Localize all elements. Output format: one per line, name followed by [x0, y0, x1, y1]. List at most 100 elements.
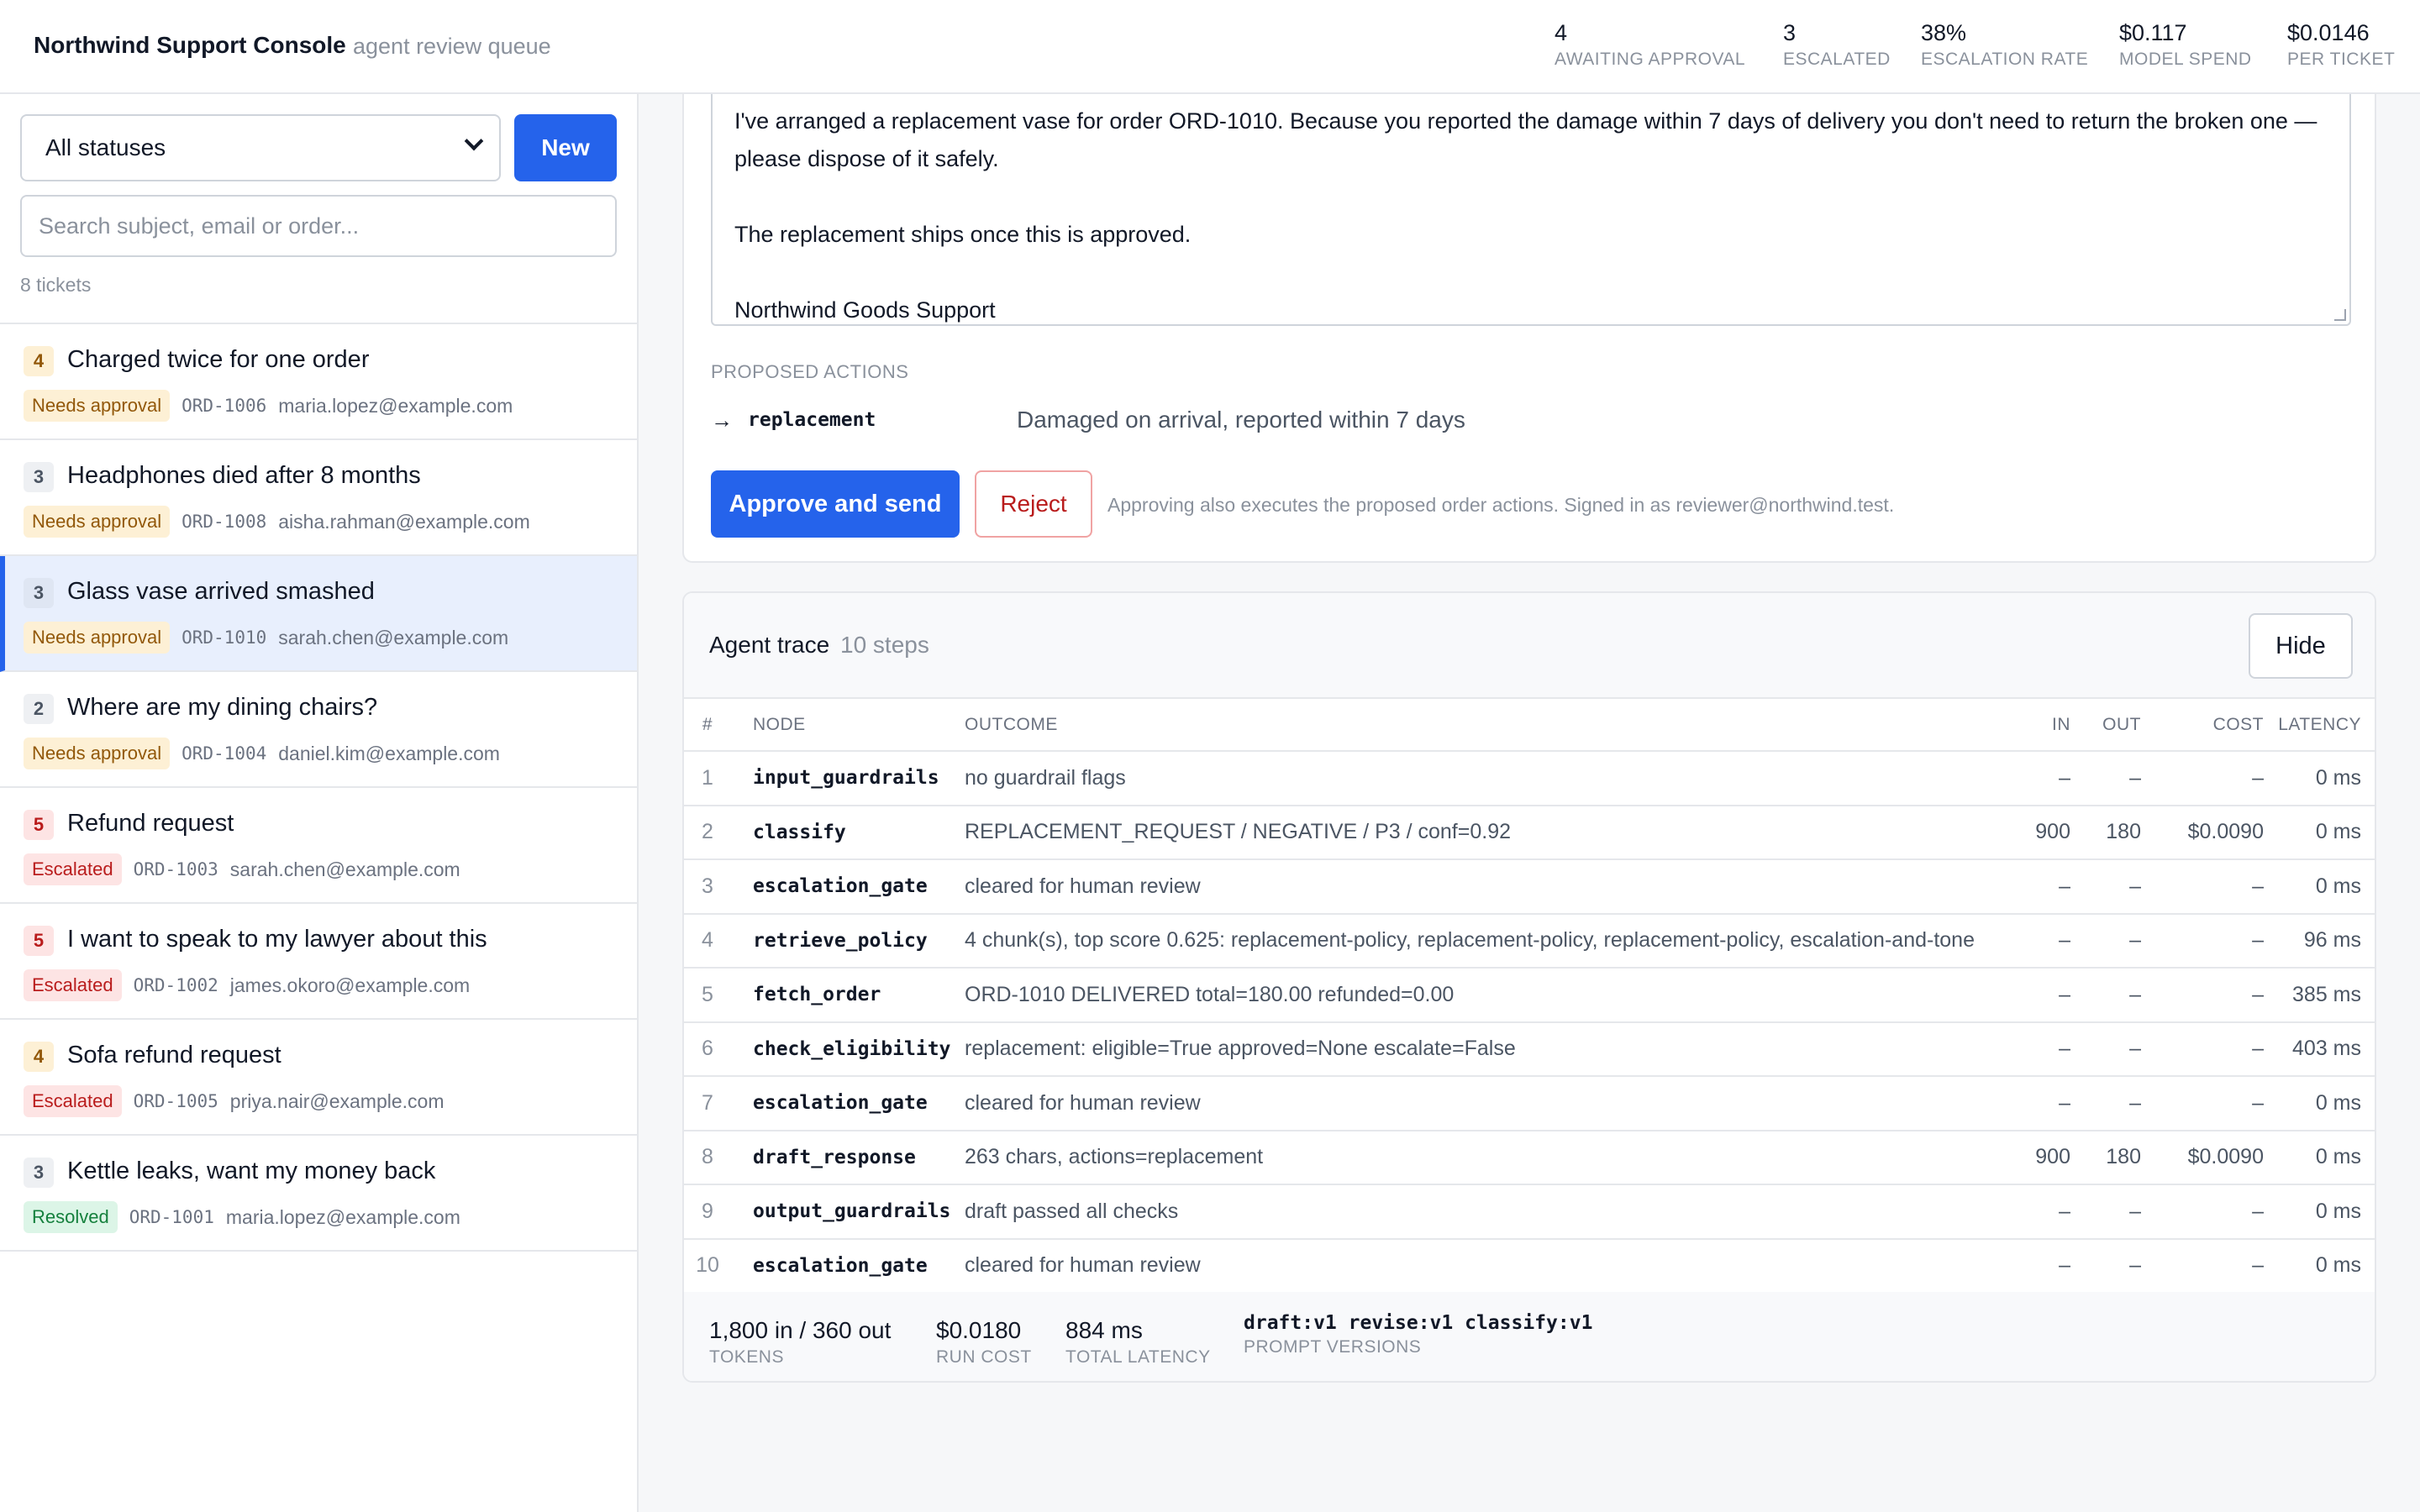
status-badge: Escalated [24, 853, 122, 885]
ticket-item[interactable]: 4 Charged twice for one order Needs appr… [0, 324, 637, 440]
ticket-item[interactable]: 5 I want to speak to my lawyer about thi… [0, 904, 637, 1020]
stat-escalated: 3 ESCALATED [1783, 20, 1891, 70]
summary-tokens: 1,800 in / 360 out TOKENS [709, 1317, 891, 1368]
step-number: 6 [684, 1021, 731, 1077]
summary-run-cost: $0.0180 RUN COST [936, 1317, 1032, 1368]
table-row: 1 input_guardrails no guardrail flags – – –0 … [684, 751, 2375, 806]
col-header-num: # [684, 699, 731, 752]
status-badge: Needs approval [24, 506, 171, 538]
app-title: Northwind Support Console [34, 32, 346, 58]
stat-label: ESCALATION RATE [1921, 50, 2089, 69]
order-id: ORD-1001 [129, 1207, 214, 1227]
ticket-subject: Charged twice for one order [67, 346, 370, 373]
outcome: cleared for human review [965, 1238, 1995, 1294]
ticket-item[interactable]: 3 Headphones died after 8 months Needs a… [0, 440, 637, 556]
tokens-out: – [2070, 859, 2141, 915]
search-input[interactable]: Search subject, email or order... [20, 195, 617, 257]
customer-email: priya.nair@example.com [229, 1089, 445, 1112]
tokens-in: – [1995, 968, 2070, 1023]
ticket-item[interactable]: 4 Sofa refund request Escalated ORD-1005… [0, 1020, 637, 1136]
stat-model-spend: $0.117 MODEL SPEND [2119, 20, 2252, 70]
node-name: escalation_gate [731, 1238, 965, 1294]
node-name: output_guardrails [731, 1184, 965, 1240]
outcome: cleared for human review [965, 859, 1995, 915]
tokens-in: – [1995, 751, 2070, 806]
tokens-in: – [1995, 1021, 2070, 1077]
outcome: 4 chunk(s), top score 0.625: replacement… [965, 913, 1995, 969]
ticket-subject: Kettle leaks, want my money back [67, 1158, 436, 1184]
trace-step-count: 10 steps [840, 632, 929, 658]
tokens-out: – [2070, 1076, 2141, 1131]
status-badge: Needs approval [24, 738, 171, 769]
reject-button[interactable]: Reject [975, 470, 1092, 538]
tokens-in: – [1995, 1238, 2070, 1294]
outcome: cleared for human review [965, 1076, 1995, 1131]
tokens-out: – [2070, 751, 2141, 806]
stat-label: MODEL SPEND [2119, 50, 2252, 69]
step-number: 5 [684, 968, 731, 1023]
step-number: 7 [684, 1076, 731, 1131]
col-header-node: NODE [731, 699, 965, 752]
latency: 0 ms [2264, 751, 2375, 806]
draft-response-textarea[interactable]: I've arranged a replacement vase for ord… [711, 94, 2351, 326]
outcome: REPLACEMENT_REQUEST / NEGATIVE / P3 / co… [965, 805, 1995, 860]
customer-email: aisha.rahman@example.com [278, 510, 530, 533]
order-id: ORD-1006 [182, 396, 267, 416]
order-id: ORD-1010 [182, 627, 267, 648]
node-name: input_guardrails [731, 751, 965, 806]
cost: – [2141, 1021, 2264, 1077]
node-name: escalation_gate [731, 859, 965, 915]
ticket-subject: Sofa refund request [67, 1042, 281, 1068]
app-header: Northwind Support Console agent review q… [0, 0, 2420, 94]
node-name: fetch_order [731, 968, 965, 1023]
stat-value: 3 [1783, 20, 1797, 45]
customer-email: james.okoro@example.com [229, 974, 471, 996]
col-header-latency: LATENCY [2264, 699, 2375, 752]
col-header-outcome: OUTCOME [965, 699, 1995, 752]
table-header-row: # NODE OUTCOME IN OUT COST LATENCY [684, 699, 2375, 752]
ticket-item[interactable]: 5 Refund request Escalated ORD-1003 sara… [0, 788, 637, 904]
cost: – [2141, 1238, 2264, 1294]
status-badge: Escalated [24, 1085, 122, 1117]
approval-note: Approving also executes the proposed ord… [1107, 494, 1895, 516]
proposed-actions-label: PROPOSED ACTIONS [711, 361, 909, 382]
cost: – [2141, 859, 2264, 915]
status-badge: Escalated [24, 969, 122, 1001]
tokens-out: – [2070, 1184, 2141, 1240]
tokens-out: – [2070, 913, 2141, 969]
step-number: 4 [684, 913, 731, 969]
tokens-in: 900 [1995, 1130, 2070, 1185]
customer-email: sarah.chen@example.com [229, 858, 460, 880]
ticket-item[interactable]: 2 Where are my dining chairs? Needs appr… [0, 672, 637, 788]
ticket-item[interactable]: 3 Kettle leaks, want my money back Resol… [0, 1136, 637, 1252]
latency: 0 ms [2264, 859, 2375, 915]
latency: 0 ms [2264, 1076, 2375, 1131]
latency: 0 ms [2264, 1184, 2375, 1240]
summary-label: RUN COST [936, 1347, 1032, 1367]
approve-and-send-button[interactable]: Approve and send [711, 470, 960, 538]
table-row: 2 classify REPLACEMENT_REQUEST / NEGATIVE … [684, 805, 2375, 860]
stat-awaiting-approval: 4 AWAITING APPROVAL [1555, 20, 1745, 70]
node-name: check_eligibility [731, 1021, 965, 1077]
resize-handle[interactable] [2334, 309, 2346, 321]
new-ticket-button[interactable]: New [514, 114, 617, 181]
table-row: 10 escalation_gate cleared for human revie… [684, 1238, 2375, 1294]
stat-label: AWAITING APPROVAL [1555, 50, 1746, 69]
ticket-item-selected[interactable]: 3 Glass vase arrived smashed Needs appro… [0, 556, 637, 672]
step-number: 9 [684, 1184, 731, 1240]
priority-badge: 3 [24, 578, 54, 608]
step-number: 2 [684, 805, 731, 860]
draft-signature: Northwind Goods Support [734, 297, 996, 323]
status-filter-select[interactable]: All statuses [20, 114, 501, 181]
ticket-count: 8 tickets [20, 274, 92, 296]
tokens-in: 900 [1995, 805, 2070, 860]
step-number: 3 [684, 859, 731, 915]
stat-value: 38% [1921, 20, 1967, 45]
ticket-subject: I want to speak to my lawyer about this [67, 926, 487, 953]
stat-label: ESCALATED [1783, 50, 1891, 69]
hide-trace-button[interactable]: Hide [2249, 613, 2353, 679]
draft-card: I've arranged a replacement vase for ord… [682, 94, 2376, 563]
stat-per-ticket: $0.0146 PER TICKET [2287, 20, 2395, 70]
ticket-subject: Headphones died after 8 months [67, 462, 421, 489]
priority-badge: 3 [24, 462, 54, 492]
